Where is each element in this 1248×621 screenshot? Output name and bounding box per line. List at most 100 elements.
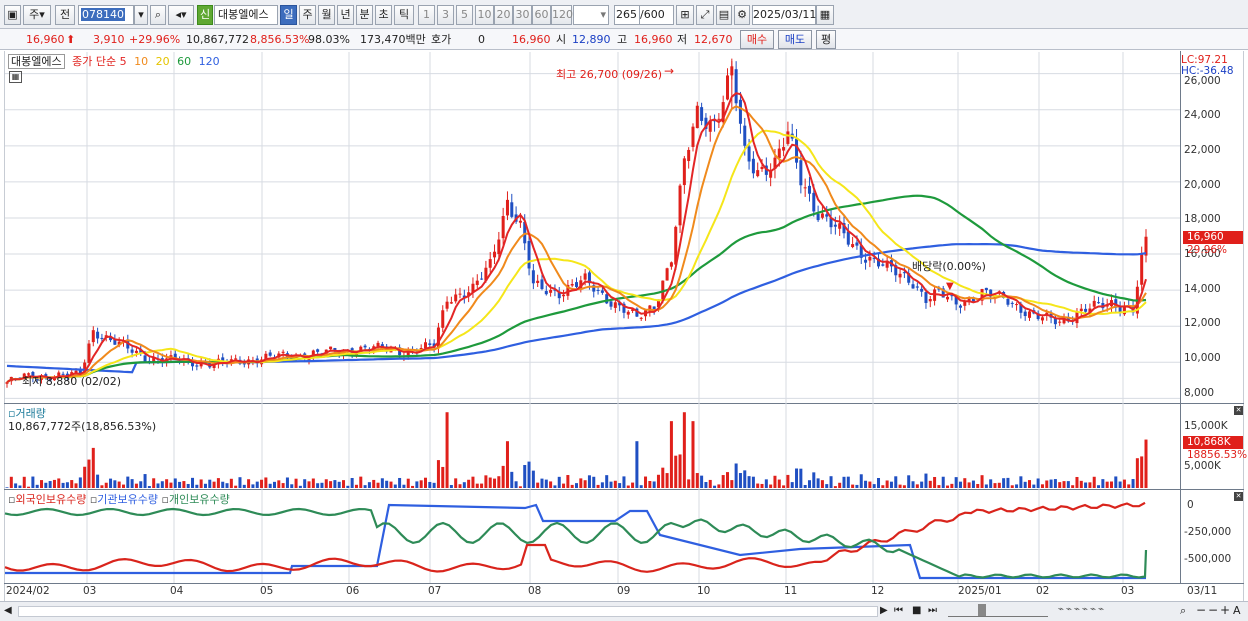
- volume-bar: [881, 485, 885, 488]
- volume-bar: [501, 465, 505, 488]
- volume-bar: [255, 481, 259, 488]
- candle-body: [544, 291, 548, 295]
- close-icon[interactable]: ✕: [1234, 406, 1243, 415]
- volume-bar: [626, 485, 630, 488]
- volume-bar: [566, 475, 570, 488]
- candle-body: [825, 214, 829, 217]
- candle-body: [782, 147, 786, 151]
- volume-bar: [445, 412, 449, 488]
- candle-body: [1006, 298, 1010, 305]
- zoom-slider[interactable]: [948, 604, 1048, 617]
- volume-bar: [311, 478, 315, 488]
- volume-bar: [350, 478, 354, 488]
- volume-bar: [777, 479, 781, 488]
- volume-bar: [165, 479, 169, 488]
- volume-bar: [1097, 485, 1101, 488]
- candle-body: [691, 126, 695, 147]
- volume-bar: [764, 479, 768, 488]
- volume-bar: [268, 483, 272, 488]
- calculator-icon[interactable]: ▦: [9, 71, 22, 83]
- volume-bar: [402, 484, 406, 488]
- candle-body: [751, 158, 755, 174]
- zoom-out-icon[interactable]: −: [1196, 603, 1206, 617]
- close-icon[interactable]: ✕: [1234, 492, 1243, 501]
- volume-bar: [1092, 476, 1096, 488]
- scroll-left-icon[interactable]: ◀: [4, 605, 12, 616]
- y-tick: 22,000: [1184, 144, 1221, 156]
- vol-y-tick: 15,000K: [1184, 420, 1228, 432]
- candle-body: [924, 292, 928, 303]
- volume-bar: [1062, 481, 1066, 488]
- volume-bar: [950, 483, 954, 488]
- volume-bar: [195, 484, 199, 488]
- volume-bar: [708, 479, 712, 488]
- scroll-right-icon[interactable]: ▶: [880, 605, 888, 616]
- volume-bar: [221, 481, 225, 488]
- volume-bar: [924, 473, 928, 488]
- volume-bar: [436, 460, 440, 488]
- volume-bar: [838, 482, 842, 488]
- volume-bar: [52, 479, 56, 488]
- x-tick: 07: [428, 585, 442, 597]
- candle-body: [100, 337, 104, 339]
- stop-icon[interactable]: ■: [912, 605, 921, 616]
- candle-body: [738, 99, 742, 124]
- volume-bar: [385, 480, 389, 488]
- volume-bar: [14, 483, 18, 488]
- volume-bar: [1140, 456, 1144, 488]
- candle-body: [458, 293, 462, 295]
- volume-bar: [976, 483, 980, 488]
- volume-bar: [877, 478, 881, 488]
- chart-scrollbar[interactable]: ◀ ▶ ⏮ ■ ⏭ ⌁⌁⌁⌁⌁⌁ ⌕ − − + A: [0, 601, 1248, 621]
- volume-bar: [147, 486, 151, 488]
- volume-bar: [87, 459, 91, 488]
- zoom-search-icon[interactable]: ⌕: [1180, 604, 1186, 618]
- candle-body: [596, 289, 600, 291]
- volume-bar: [134, 483, 138, 488]
- holding-lines: [4, 501, 1148, 580]
- zoom-in-icon[interactable]: +: [1220, 603, 1230, 617]
- candle-body: [734, 69, 738, 104]
- candle-body: [1028, 311, 1032, 318]
- volume-bar: [454, 478, 458, 488]
- y-tick: 12,000: [1184, 317, 1221, 329]
- y-tick: 14,000: [1184, 283, 1221, 295]
- scroll-track[interactable]: [18, 606, 878, 617]
- candle-body: [756, 170, 760, 177]
- first-icon[interactable]: ⏮: [894, 605, 903, 616]
- candle-body: [700, 107, 704, 121]
- candle-body: [480, 278, 484, 280]
- candle-body: [838, 223, 842, 229]
- volume-bar: [980, 475, 984, 488]
- volume-bar: [272, 481, 276, 488]
- minus-icon[interactable]: −: [1208, 603, 1218, 617]
- volume-bar: [186, 483, 190, 488]
- candle-body: [527, 240, 531, 269]
- volume-bar: [1127, 484, 1131, 488]
- candle-body: [725, 75, 730, 100]
- volume-bar: [329, 481, 333, 488]
- zoom-thumb[interactable]: [978, 604, 986, 616]
- candle-body: [143, 355, 147, 362]
- drawing-tools-icon[interactable]: ⌁⌁⌁⌁⌁⌁: [1058, 604, 1106, 615]
- volume-bar: [393, 484, 397, 488]
- volume-bar: [600, 482, 604, 488]
- candle-body: [562, 294, 566, 297]
- candle-body: [898, 273, 902, 278]
- volume-bar: [423, 477, 428, 488]
- chart-canvas[interactable]: [0, 0, 1248, 621]
- volume-bar: [760, 483, 764, 488]
- candle-body: [1010, 302, 1014, 304]
- candle-body: [812, 192, 816, 212]
- x-tick: 04: [170, 585, 184, 597]
- last-icon[interactable]: ⏭: [928, 605, 937, 616]
- holding-legend: ▫외국인보유수량 ▫기관보유수량 ▫개인보유수량: [8, 493, 230, 506]
- volume-bar: [622, 476, 626, 488]
- volume-bar: [1066, 481, 1070, 488]
- volume-bar: [156, 483, 160, 488]
- volume-bar: [553, 485, 557, 488]
- volume-bar: [1079, 480, 1083, 488]
- x-tick: 10: [697, 585, 711, 597]
- font-size-icon[interactable]: A: [1233, 604, 1241, 617]
- volume-bar: [531, 470, 535, 488]
